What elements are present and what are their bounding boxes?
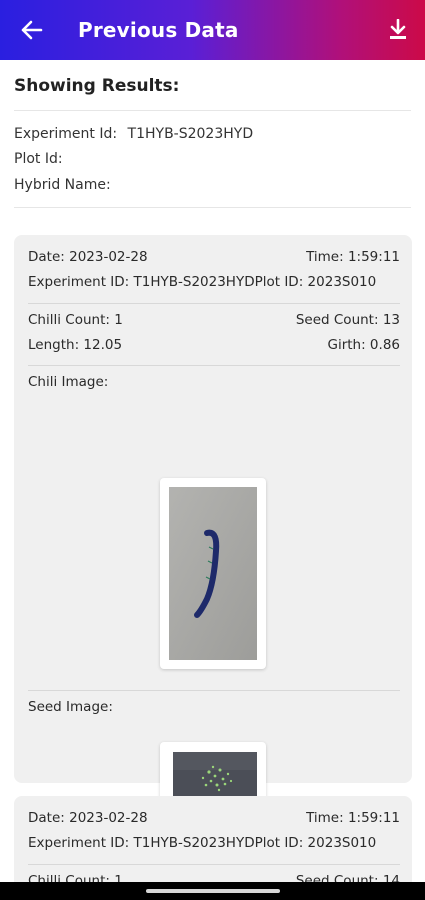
- chili-image[interactable]: [160, 478, 266, 669]
- length-value: Length: 12.05: [28, 337, 123, 353]
- chilli-count: Chilli Count: 1: [28, 873, 123, 882]
- chili-pepper-graphic: [169, 487, 257, 660]
- results-scroll[interactable]: Showing Results: Experiment Id: T1HYB-S2…: [0, 60, 425, 882]
- ids-row: Experiment ID: T1HYB-S2023HYD Plot ID: 20…: [28, 274, 400, 290]
- divider: [28, 365, 400, 366]
- ids-row: Experiment ID: T1HYB-S2023HYD Plot ID: 20…: [28, 835, 400, 851]
- record-date: Date: 2023-02-28: [28, 810, 148, 826]
- divider: [14, 207, 411, 208]
- record-time: Time: 1:59:11: [306, 810, 400, 826]
- experiment-id-row: Experiment Id: T1HYB-S2023HYD: [14, 126, 253, 142]
- record-card: Date: 2023-02-28 Time: 1:59:11 Experimen…: [14, 796, 412, 882]
- record-experiment-id: Experiment ID: T1HYB-S2023HYD: [28, 835, 255, 851]
- hybrid-name-row: Hybrid Name:: [14, 177, 117, 193]
- record-plot-id: Plot ID: 2023S010: [254, 274, 377, 290]
- measurements-row: Length: 12.05 Girth: 0.86: [28, 337, 400, 353]
- record-plot-id: Plot ID: 2023S010: [254, 835, 377, 851]
- app-bar: Previous Data: [0, 0, 425, 60]
- divider: [28, 864, 400, 865]
- download-button[interactable]: [385, 16, 411, 44]
- record-experiment-id: Experiment ID: T1HYB-S2023HYD: [28, 274, 255, 290]
- hybrid-name-label: Hybrid Name:: [14, 177, 111, 193]
- arrow-left-icon: [21, 20, 43, 40]
- seed-count: Seed Count: 14: [295, 873, 400, 882]
- experiment-id-label: Experiment Id:: [14, 126, 118, 142]
- system-nav-bar: [0, 882, 425, 900]
- plot-id-row: Plot Id:: [14, 151, 69, 167]
- chili-image-label: Chili Image:: [28, 374, 109, 390]
- counts-row: Chilli Count: 1 Seed Count: 13: [28, 312, 400, 328]
- date-time-row: Date: 2023-02-28 Time: 1:59:11: [28, 810, 400, 826]
- divider: [14, 110, 411, 111]
- girth-value: Girth: 0.86: [327, 337, 400, 353]
- divider: [28, 303, 400, 304]
- download-icon: [390, 19, 406, 39]
- divider: [28, 690, 400, 691]
- seed-image-label: Seed Image:: [28, 699, 113, 715]
- plot-id-label: Plot Id:: [14, 151, 63, 167]
- counts-row: Chilli Count: 1 Seed Count: 14: [28, 873, 400, 882]
- date-time-row: Date: 2023-02-28 Time: 1:59:11: [28, 249, 400, 265]
- record-card: Date: 2023-02-28 Time: 1:59:11 Experimen…: [14, 235, 412, 816]
- chilli-count: Chilli Count: 1: [28, 312, 123, 328]
- record-date: Date: 2023-02-28: [28, 249, 148, 265]
- record-time: Time: 1:59:11: [306, 249, 400, 265]
- page-title: Previous Data: [78, 18, 239, 42]
- chili-photo: [169, 487, 257, 660]
- seed-count: Seed Count: 13: [295, 312, 400, 328]
- back-button[interactable]: [0, 0, 56, 60]
- results-heading: Showing Results:: [14, 76, 180, 96]
- home-gesture-handle[interactable]: [146, 889, 280, 893]
- experiment-id-value: T1HYB-S2023HYD: [127, 126, 254, 142]
